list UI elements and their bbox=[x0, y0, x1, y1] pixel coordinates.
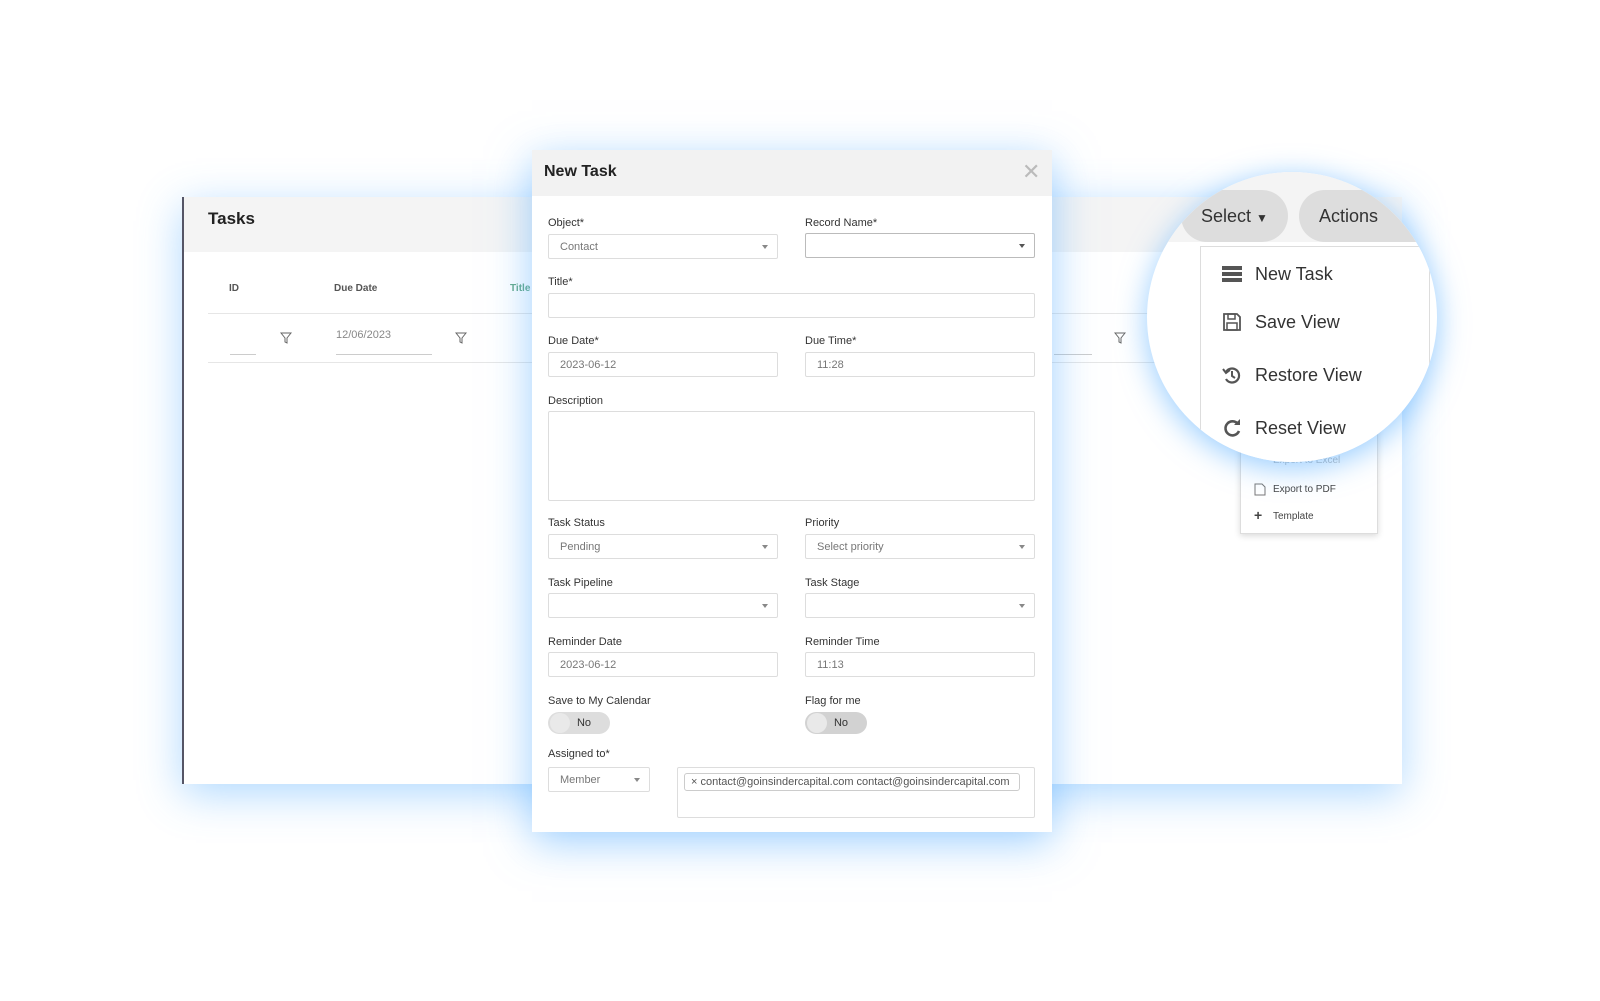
caret-down-icon bbox=[762, 245, 768, 249]
due-time-input[interactable]: 11:28 bbox=[805, 352, 1035, 377]
toggle-value: No bbox=[833, 717, 849, 729]
list-icon bbox=[1222, 266, 1242, 282]
task-status-value: Pending bbox=[560, 541, 601, 553]
column-due-date[interactable]: Due Date bbox=[334, 283, 377, 294]
restore-icon bbox=[1222, 367, 1241, 384]
toggle-knob bbox=[550, 713, 570, 733]
new-task-modal: New Task ✕ Object* Contact Record Name* … bbox=[532, 150, 1052, 832]
reminder-date-label: Reminder Date bbox=[548, 636, 622, 648]
page-title: Tasks bbox=[208, 209, 255, 228]
due-date-input[interactable]: 2023-06-12 bbox=[548, 352, 778, 377]
assigned-type-select[interactable]: Member bbox=[548, 767, 650, 792]
close-icon[interactable]: ✕ bbox=[1022, 159, 1040, 185]
assignee-chip[interactable]: × contact@goinsindercapital.com contact@… bbox=[684, 773, 1020, 791]
toggle-knob bbox=[807, 713, 827, 733]
modal-header: New Task ✕ bbox=[532, 150, 1052, 196]
menu-item-label: New Task bbox=[1255, 263, 1333, 284]
due-date-label: Due Date* bbox=[548, 335, 599, 347]
assigned-label: Assigned to* bbox=[548, 748, 610, 760]
filter-input[interactable] bbox=[1054, 337, 1092, 355]
save-calendar-toggle[interactable]: No bbox=[548, 712, 610, 734]
priority-label: Priority bbox=[805, 517, 840, 529]
task-status-label: Task Status bbox=[548, 517, 605, 529]
caret-down-icon bbox=[1019, 244, 1025, 248]
reminder-time-label: Reminder Time bbox=[805, 636, 880, 648]
menu-item-label: Restore View bbox=[1255, 364, 1362, 385]
task-pipeline-label: Task Pipeline bbox=[548, 577, 613, 589]
flag-toggle[interactable]: No bbox=[805, 712, 867, 734]
filter-icon[interactable] bbox=[455, 332, 467, 344]
assigned-type-value: Member bbox=[560, 774, 601, 786]
select-label: Select bbox=[1201, 206, 1252, 226]
priority-placeholder: Select priority bbox=[817, 541, 884, 553]
menu-item-label: Save View bbox=[1255, 311, 1340, 332]
pdf-icon bbox=[1254, 483, 1266, 496]
modal-title: New Task bbox=[544, 163, 617, 180]
menu-item-label: Reset View bbox=[1255, 417, 1346, 438]
menu-item-template[interactable]: Template bbox=[1273, 511, 1314, 522]
caret-down-icon bbox=[1019, 545, 1025, 549]
toggle-value: No bbox=[576, 717, 592, 729]
title-input[interactable] bbox=[548, 293, 1035, 318]
object-select[interactable]: Contact bbox=[548, 234, 778, 259]
priority-select[interactable]: Select priority bbox=[805, 534, 1035, 559]
actions-label: Actions bbox=[1319, 206, 1379, 226]
menu-item-new-task[interactable]: New Task bbox=[1221, 263, 1333, 285]
id-filter-input[interactable] bbox=[230, 337, 256, 355]
due-date-filter-input[interactable]: 12/06/2023 bbox=[336, 327, 432, 355]
object-label: Object* bbox=[548, 217, 585, 229]
caret-down-icon bbox=[762, 604, 768, 608]
caret-down-icon bbox=[762, 545, 768, 549]
reminder-date-input[interactable]: 2023-06-12 bbox=[548, 652, 778, 677]
reminder-time-input[interactable]: 11:13 bbox=[805, 652, 1035, 677]
task-stage-select[interactable] bbox=[805, 593, 1035, 618]
caret-down-icon bbox=[1019, 604, 1025, 608]
title-label: Title* bbox=[548, 276, 573, 288]
object-value: Contact bbox=[560, 241, 598, 253]
actions-button[interactable]: Actions bbox=[1299, 190, 1437, 242]
actions-menu: New Task Save View Restore View Reset Vi… bbox=[1200, 246, 1430, 462]
menu-item-restore-view[interactable]: Restore View bbox=[1221, 364, 1362, 386]
description-textarea[interactable] bbox=[548, 411, 1035, 501]
reset-icon bbox=[1224, 419, 1241, 437]
record-name-label: Record Name* bbox=[805, 217, 878, 229]
menu-item-save-view[interactable]: Save View bbox=[1221, 311, 1340, 333]
menu-item-export-pdf[interactable]: Export to PDF bbox=[1273, 484, 1336, 495]
plus-icon: + bbox=[1254, 507, 1263, 523]
description-label: Description bbox=[548, 395, 604, 407]
filter-icon[interactable] bbox=[1114, 332, 1126, 344]
column-id[interactable]: ID bbox=[229, 283, 239, 294]
task-status-select[interactable]: Pending bbox=[548, 534, 778, 559]
task-pipeline-select[interactable] bbox=[548, 593, 778, 618]
record-name-select[interactable] bbox=[805, 233, 1035, 258]
due-time-label: Due Time* bbox=[805, 335, 857, 347]
filter-icon[interactable] bbox=[280, 332, 292, 344]
caret-down-icon: ▼ bbox=[1256, 211, 1268, 225]
column-title[interactable]: Title bbox=[510, 283, 530, 294]
task-stage-label: Task Stage bbox=[805, 577, 860, 589]
menu-item-reset-view[interactable]: Reset View bbox=[1221, 417, 1346, 439]
save-calendar-label: Save to My Calendar bbox=[548, 695, 651, 707]
save-icon bbox=[1223, 313, 1241, 331]
assignees-input[interactable]: × contact@goinsindercapital.com contact@… bbox=[677, 767, 1035, 818]
select-button[interactable]: Select ▼ bbox=[1181, 190, 1288, 242]
flag-label: Flag for me bbox=[805, 695, 861, 707]
magnifier-callout: Select ▼ Actions New Task Save View Rest… bbox=[1147, 172, 1437, 462]
caret-down-icon bbox=[634, 778, 640, 782]
